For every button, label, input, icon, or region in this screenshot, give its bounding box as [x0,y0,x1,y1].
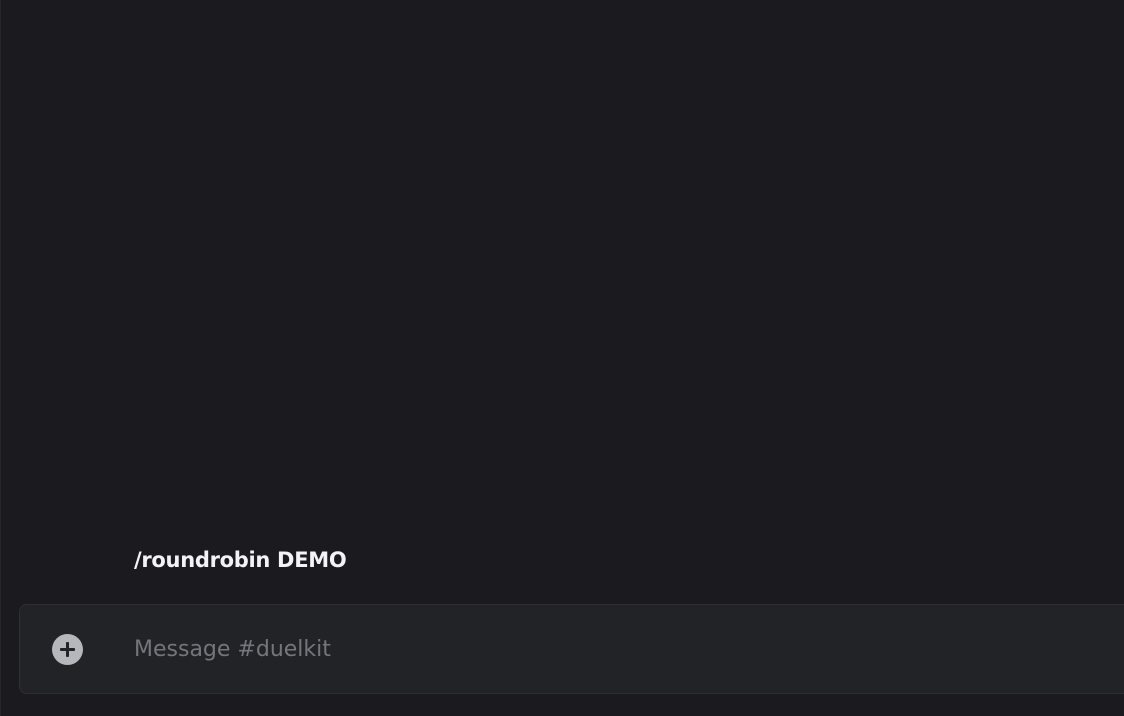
message-input[interactable] [134,629,1034,669]
chat-area: /roundrobin DEMO [0,0,1124,716]
message-text: /roundrobin DEMO [134,548,347,572]
message-composer [19,604,1124,694]
plus-circle-icon [60,642,75,657]
add-attachment-button[interactable] [52,634,83,665]
